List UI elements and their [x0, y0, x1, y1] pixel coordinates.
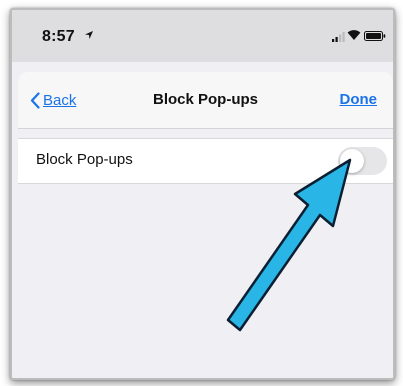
status-time: 8:57: [42, 28, 75, 45]
status-bar: 8:57: [12, 10, 393, 62]
page-title: Block Pop-ups: [152, 91, 258, 108]
battery-icon: [364, 31, 386, 41]
block-popups-row: Block Pop-ups: [18, 138, 393, 184]
location-icon: [85, 31, 93, 39]
block-popups-label: Block Pop-ups: [36, 151, 133, 168]
settings-sheet: Back Block Pop-ups Done Block Pop-ups: [18, 72, 393, 378]
toggle-knob: [340, 149, 364, 173]
signal-icon: [332, 32, 345, 42]
wifi-icon: [347, 30, 361, 40]
done-button[interactable]: Done: [340, 91, 378, 108]
block-popups-toggle[interactable]: [338, 147, 387, 175]
phone-screenshot-frame: 8:57 Back Block Pop-ups Done Block Pop-u…: [10, 8, 395, 380]
navigation-bar: Back Block Pop-ups Done: [18, 72, 393, 129]
